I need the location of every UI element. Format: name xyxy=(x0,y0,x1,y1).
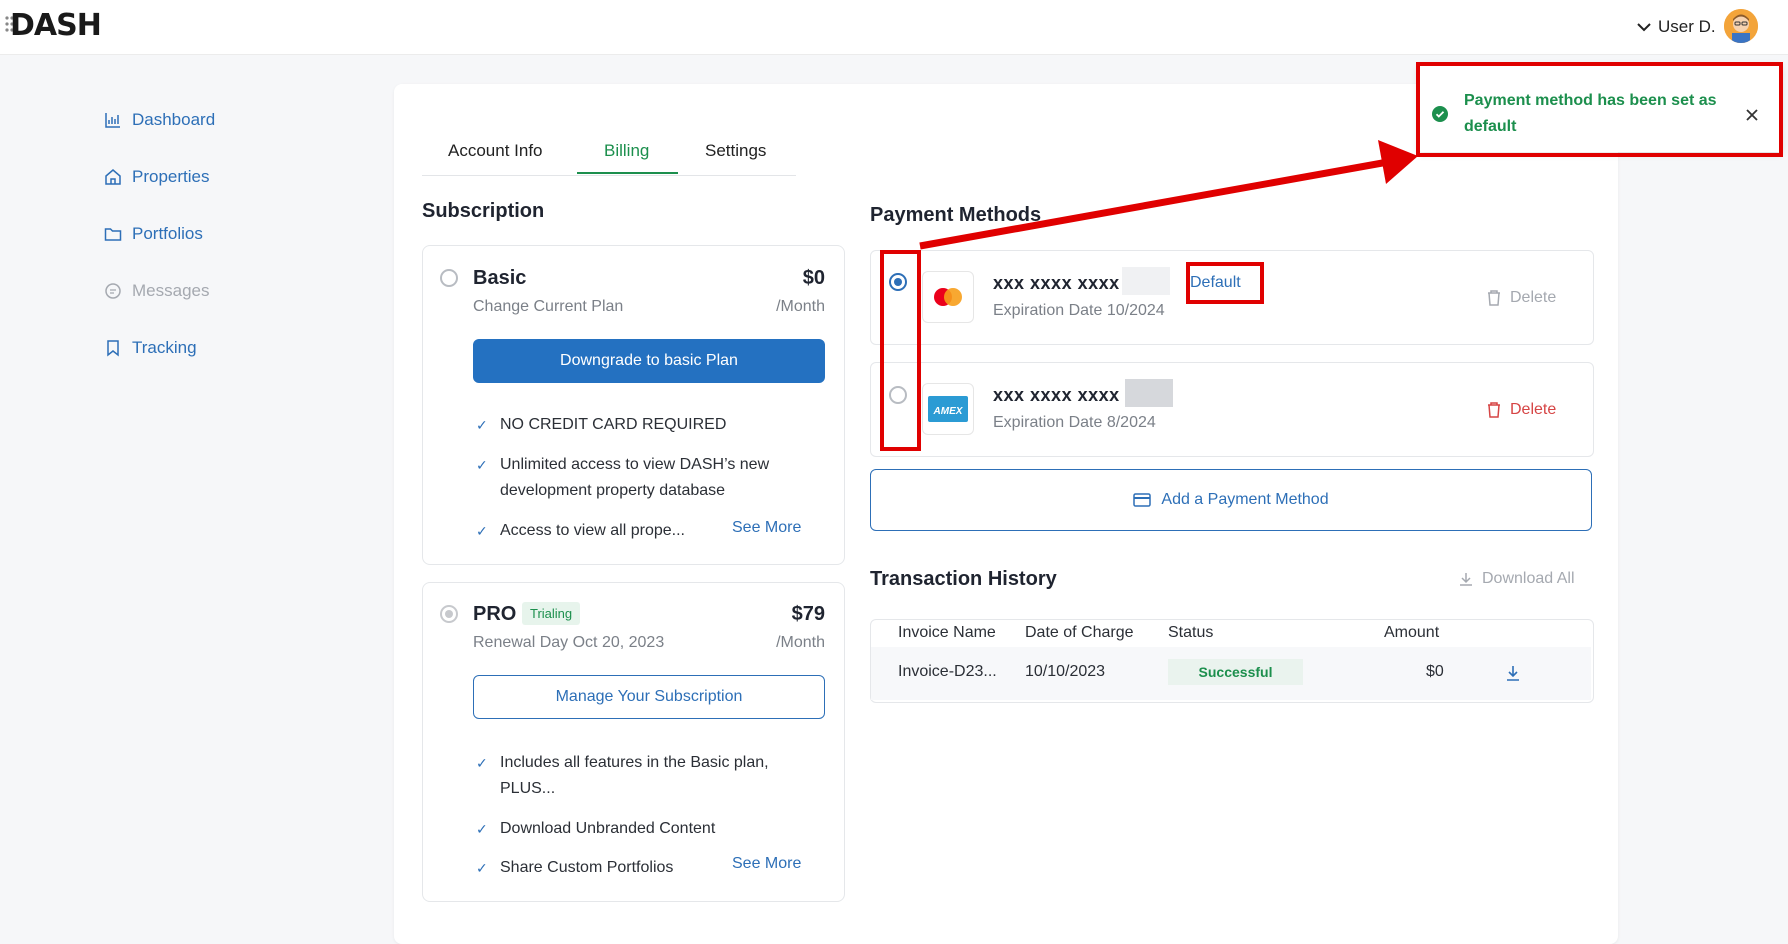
annotation-arrow xyxy=(919,140,1418,250)
